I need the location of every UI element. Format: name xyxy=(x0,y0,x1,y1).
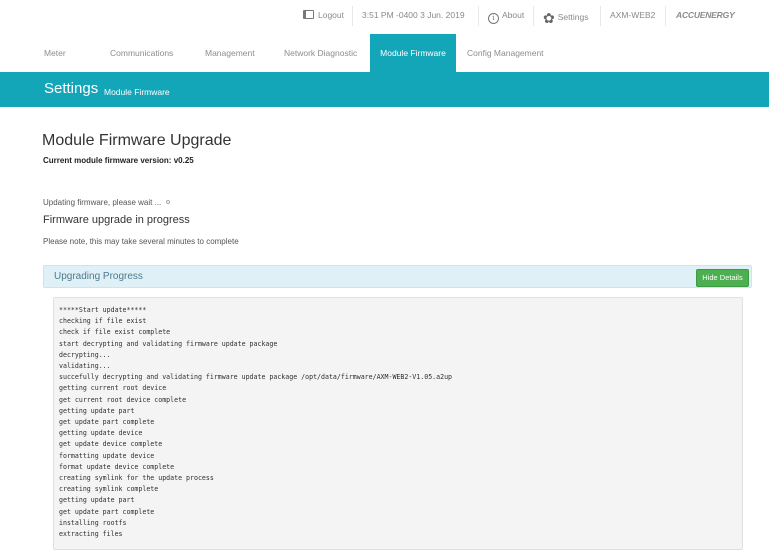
banner-title: Settings xyxy=(44,80,99,97)
log-line: validating... xyxy=(59,362,111,370)
logout-icon xyxy=(303,10,314,19)
log-line: creating symlink for the update process xyxy=(59,474,214,482)
tab-config-management[interactable]: Config Management xyxy=(467,34,544,72)
divider xyxy=(352,6,353,26)
upgrade-in-progress-heading: Firmware upgrade in progress xyxy=(43,214,190,226)
tab-meter[interactable]: Meter xyxy=(44,34,66,72)
spinner-icon xyxy=(166,200,171,204)
hide-details-button[interactable]: Hide Details xyxy=(696,269,749,287)
log-line: succefully decrypting and validating fir… xyxy=(59,373,453,382)
about-label: About xyxy=(502,10,525,20)
divider xyxy=(665,6,666,26)
settings-label: Settings xyxy=(557,12,589,22)
banner-subtitle: Module Firmware xyxy=(104,87,170,97)
log-line: get current root device complete xyxy=(59,395,187,404)
log-line: getting update device xyxy=(59,429,143,438)
tab-module-firmware[interactable]: Module Firmware xyxy=(370,34,456,72)
page-title: Module Firmware Upgrade xyxy=(42,132,232,149)
logout-label: Logout xyxy=(318,10,344,20)
log-line: getting update part xyxy=(59,496,135,505)
tab-network-diagnostic[interactable]: Network Diagnostic xyxy=(284,34,357,72)
divider xyxy=(600,6,601,26)
progress-log[interactable]: *****Start update***** checking if file e… xyxy=(53,297,743,550)
log-line: get update device complete xyxy=(59,440,163,449)
settings-banner: Settings Module Firmware xyxy=(0,72,769,107)
log-line: decrypting... xyxy=(59,350,111,359)
log-line: format update device complete xyxy=(59,462,175,471)
log-line: start decrypting and validating firmware… xyxy=(59,339,278,348)
log-line: creating symlink complete xyxy=(59,485,159,494)
log-line: getting current root device xyxy=(59,384,167,393)
log-line: *****Start update***** xyxy=(59,306,147,314)
progress-panel-title: Upgrading Progress xyxy=(54,271,143,282)
logout-link[interactable]: Logout xyxy=(303,10,344,20)
updating-status: Updating firmware, please wait ... xyxy=(43,198,171,207)
about-link[interactable]: i About xyxy=(488,10,524,24)
info-icon: i xyxy=(488,13,499,24)
current-firmware-version: Current module firmware version: v0.25 xyxy=(43,156,194,165)
datetime: 3:51 PM -0400 3 Jun. 2019 xyxy=(362,10,465,20)
brand-logo: ACCUENERGY xyxy=(676,10,735,20)
log-line: get update part complete xyxy=(59,507,155,516)
device-name: AXM-WEB2 xyxy=(610,10,656,20)
log-line: formatting update device xyxy=(59,451,155,460)
log-line: extracting files xyxy=(59,530,123,538)
divider xyxy=(533,6,534,26)
tab-management[interactable]: Management xyxy=(205,34,255,72)
progress-panel-header: Upgrading Progress xyxy=(43,265,752,288)
log-line: check if file exist complete xyxy=(59,328,171,337)
duration-note: Please note, this may take several minut… xyxy=(43,237,239,246)
divider xyxy=(478,6,479,26)
gear-icon: ✿ xyxy=(543,10,555,26)
updating-text: Updating firmware, please wait ... xyxy=(43,198,162,207)
log-line: checking if file exist xyxy=(59,317,147,326)
log-line: getting update part xyxy=(59,406,135,415)
settings-link[interactable]: ✿ Settings xyxy=(543,10,588,27)
top-utility-bar: Logout 3:51 PM -0400 3 Jun. 2019 i About … xyxy=(0,0,769,34)
main-nav: Meter Communications Management Network … xyxy=(0,34,769,72)
tab-communications[interactable]: Communications xyxy=(110,34,173,72)
log-line: get update part complete xyxy=(59,418,155,426)
log-line: installing rootfs xyxy=(59,518,127,527)
